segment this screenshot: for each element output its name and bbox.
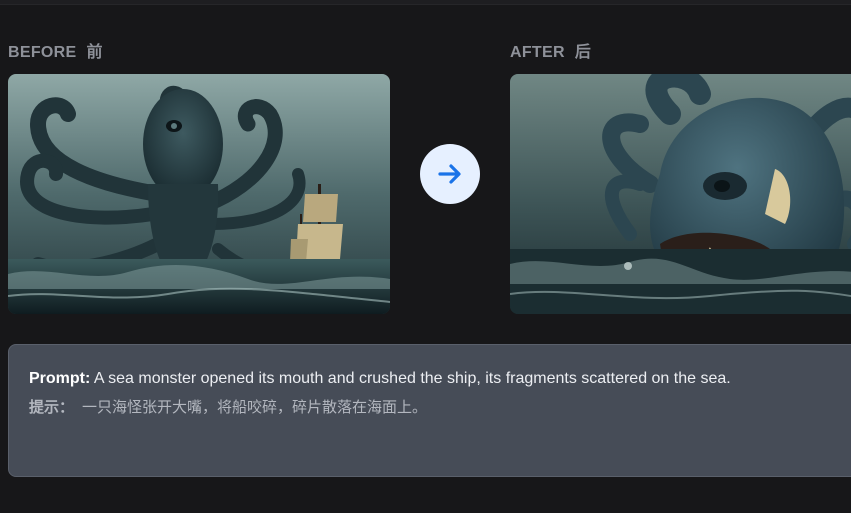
before-label-en: BEFORE (8, 44, 77, 61)
after-label-en: AFTER (510, 44, 565, 61)
before-image (8, 74, 390, 314)
prompt-en-text: A sea monster opened its mouth and crush… (93, 370, 731, 387)
after-label-cn: 后 (574, 44, 592, 61)
before-label: BEFORE 前 (8, 38, 103, 62)
after-image (510, 74, 851, 314)
top-divider (0, 0, 851, 5)
prompt-english: Prompt: A sea monster opened its mouth a… (29, 367, 837, 391)
monster-crushing-ship-illustration (510, 74, 851, 314)
prompt-cn-text: 一只海怪张开大嘴，将船咬碎，碎片散落在海面上。 (82, 399, 428, 416)
prompt-panel: Prompt: A sea monster opened its mouth a… (8, 344, 851, 477)
arrow-right-icon (438, 164, 461, 184)
after-label: AFTER 后 (510, 38, 591, 62)
transform-arrow-button[interactable] (420, 144, 480, 204)
before-label-cn: 前 (86, 44, 103, 61)
prompt-chinese: 提示： 一只海怪张开大嘴，将船咬碎，碎片散落在海面上。 (29, 397, 847, 419)
prompt-en-label: Prompt: (29, 370, 91, 387)
octopus-ship-illustration (8, 74, 390, 314)
prompt-cn-label: 提示： (29, 399, 75, 416)
